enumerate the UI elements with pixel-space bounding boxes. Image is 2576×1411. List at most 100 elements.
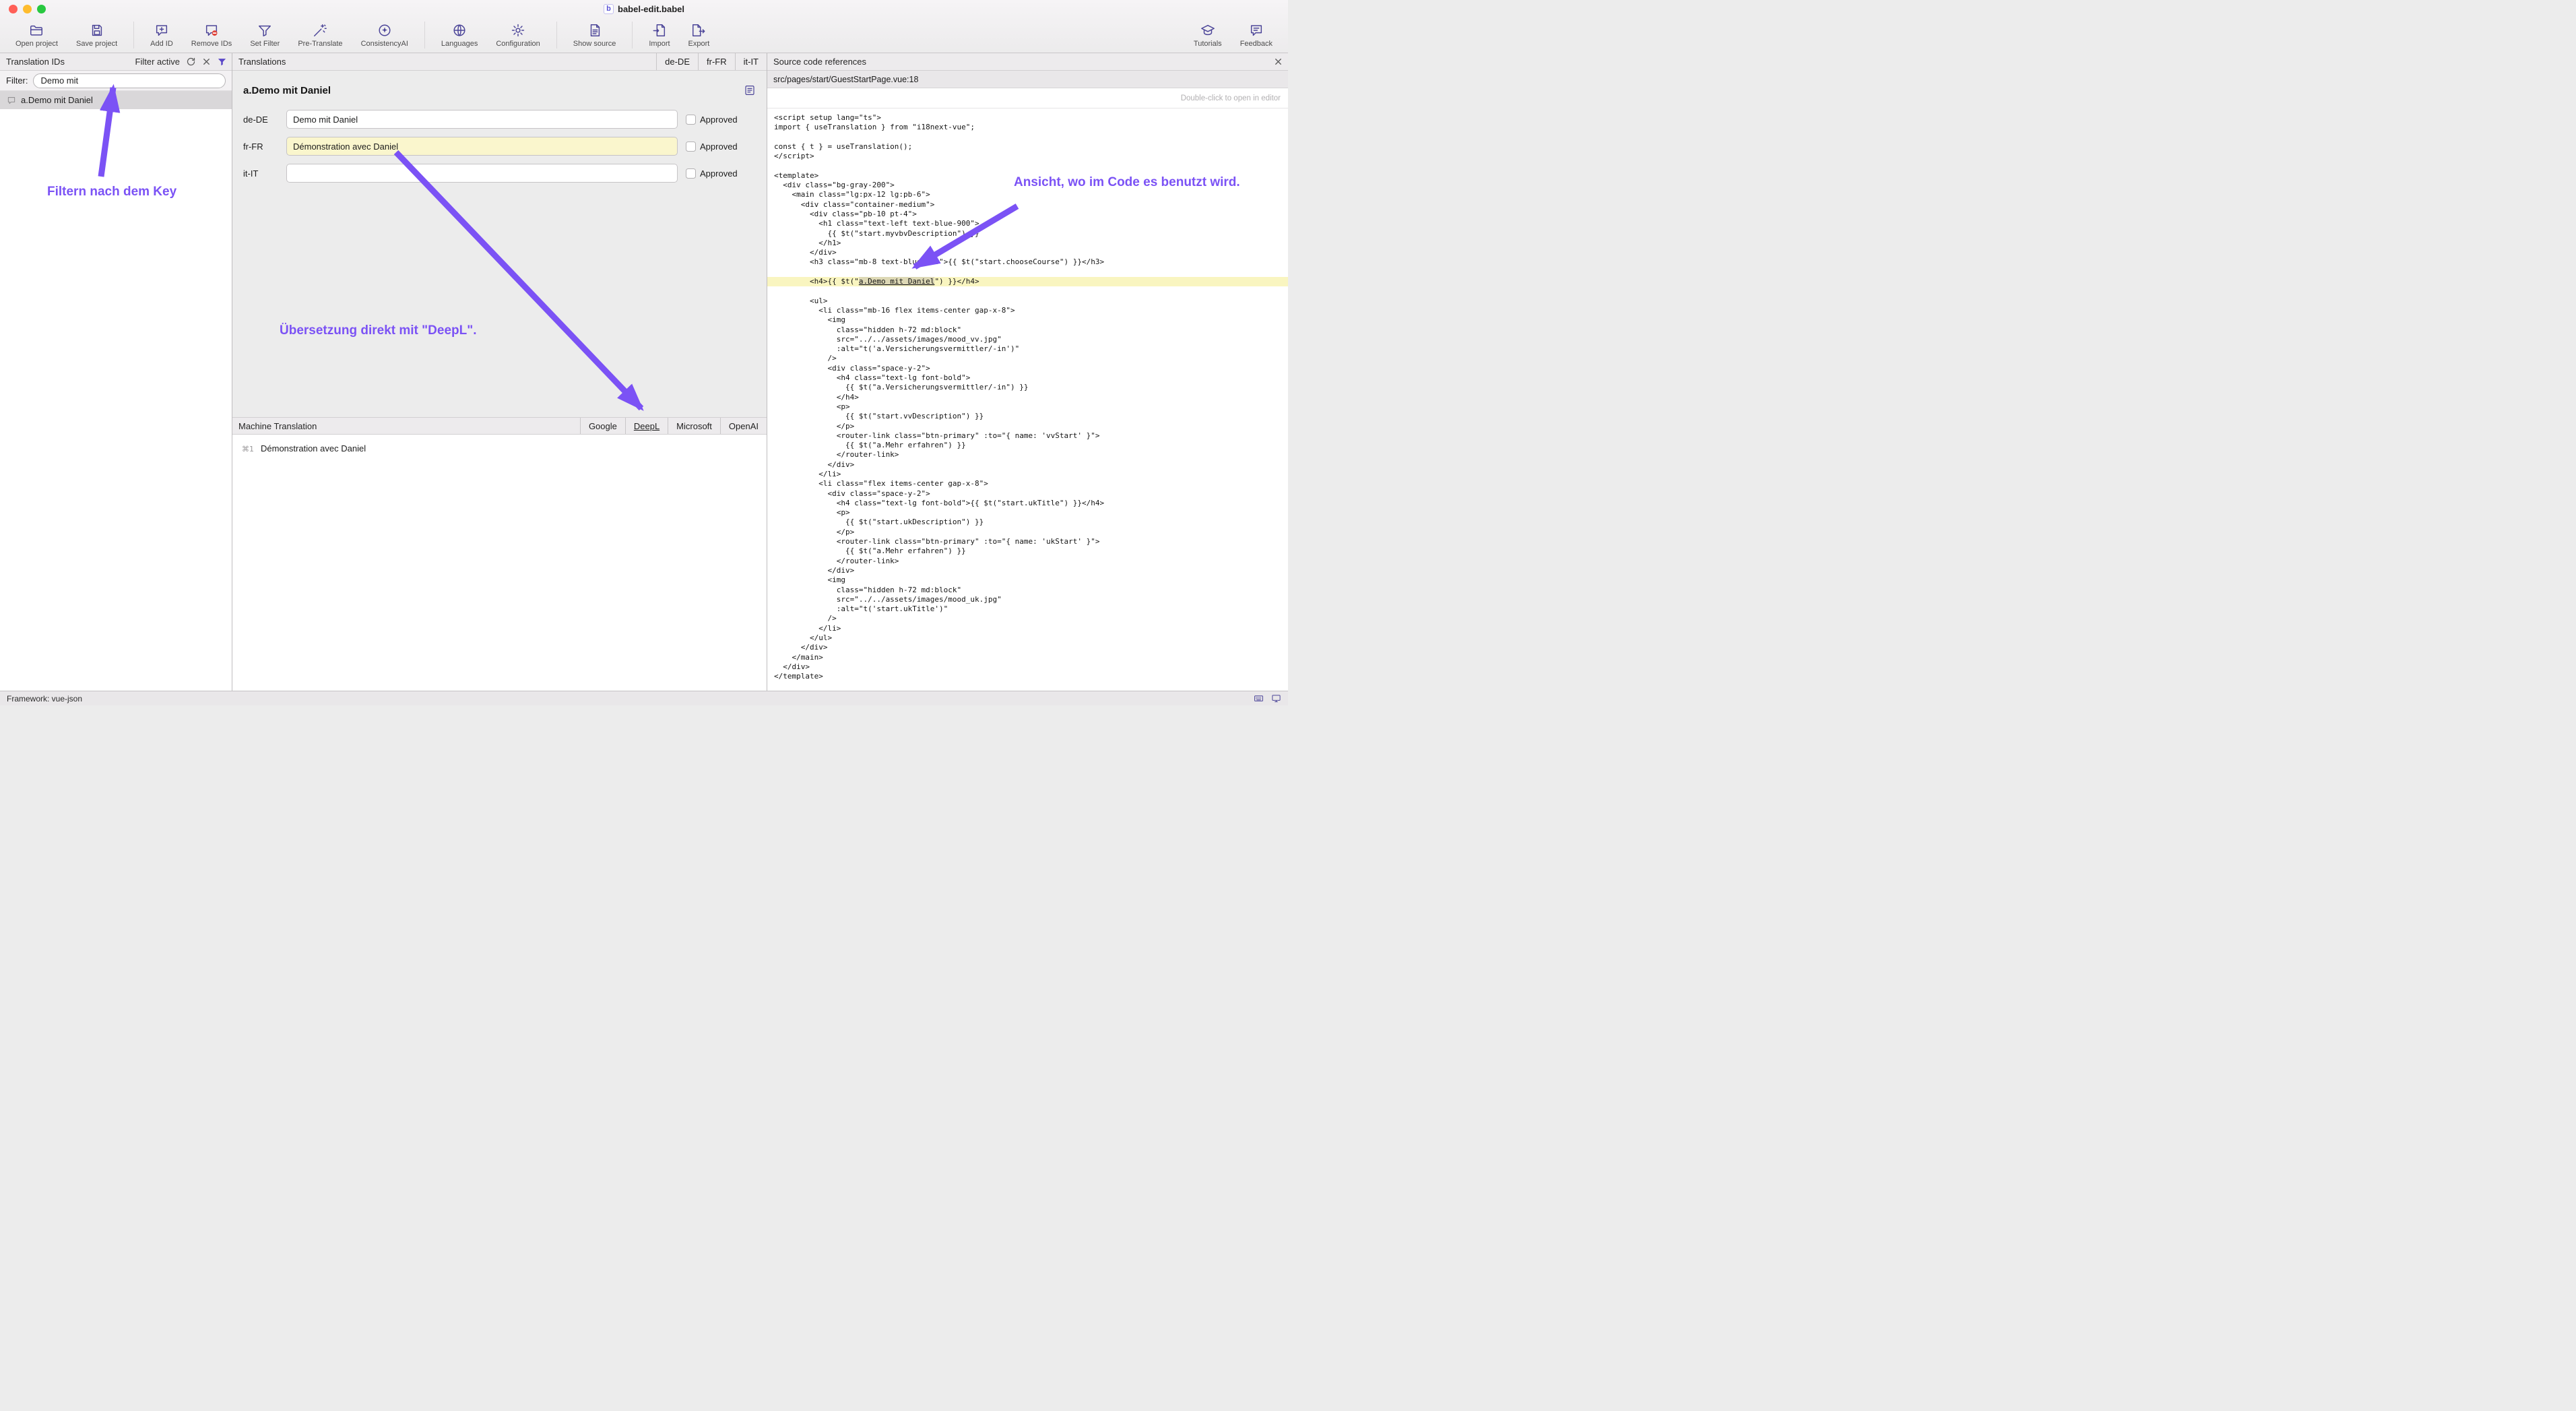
approved-checkbox-de-DE[interactable] xyxy=(686,115,696,125)
highlighted-translation-key[interactable]: a.Demo mit Daniel xyxy=(859,277,935,286)
code-line: :alt="t('start.ukTitle')" xyxy=(767,604,1288,614)
refresh-filter-icon[interactable] xyxy=(185,57,196,67)
toolbar-label: Tutorials xyxy=(1194,40,1222,48)
toolbar-open-project-button[interactable]: Open project xyxy=(11,22,63,49)
code-line xyxy=(767,133,1288,142)
code-line: <main class="lg:px-12 lg:pb-6"> xyxy=(767,190,1288,199)
screen-icon[interactable] xyxy=(1270,693,1281,704)
code-line: :alt="t('a.Versicherungsvermittler/-in')… xyxy=(767,344,1288,354)
toolbar-set-filter-button[interactable]: Set Filter xyxy=(245,22,284,49)
provider-tab-microsoft[interactable]: Microsoft xyxy=(668,418,720,434)
save-icon xyxy=(90,23,104,38)
translation-input-de-DE[interactable] xyxy=(286,110,678,129)
close-window-button[interactable] xyxy=(9,5,18,13)
code-line: {{ $t("start.vvDescription") }} xyxy=(767,412,1288,421)
app-window: b babel-edit.babel Open project Save proj… xyxy=(0,0,1288,706)
language-tab-it-IT[interactable]: it-IT xyxy=(735,53,767,70)
code-line: </router-link> xyxy=(767,450,1288,460)
code-line: {{ $t("a.Versicherungsvermittler/-in") }… xyxy=(767,383,1288,392)
language-tab-fr-FR[interactable]: fr-FR xyxy=(698,53,735,70)
code-line: {{ $t("a.Mehr erfahren") }} xyxy=(767,546,1288,556)
provider-tab-openai[interactable]: OpenAI xyxy=(720,418,767,434)
toolbar-add-id-button[interactable]: Add ID xyxy=(146,22,178,49)
close-panel-icon[interactable] xyxy=(1273,57,1283,67)
language-tab-de-DE[interactable]: de-DE xyxy=(656,53,698,70)
code-line: <p> xyxy=(767,508,1288,518)
bubble-minus-icon xyxy=(204,23,219,38)
sparkle-circle-icon xyxy=(377,23,392,38)
window-chrome: b babel-edit.babel Open project Save proj… xyxy=(0,0,1288,53)
code-line xyxy=(767,286,1288,296)
source-reference-icon[interactable] xyxy=(744,84,756,96)
globe-icon xyxy=(452,23,467,38)
minimize-window-button[interactable] xyxy=(23,5,32,13)
approved-group: Approved xyxy=(686,168,756,179)
code-line: <h3 class="mb-8 text-blue-900">{{ $t("st… xyxy=(767,257,1288,267)
toolbar-consistency-ai-button[interactable]: ConsistencyAI xyxy=(356,22,413,49)
source-file-reference[interactable]: src/pages/start/GuestStartPage.vue:18 xyxy=(767,71,1288,88)
message-bubble-icon xyxy=(6,95,16,105)
toolbar-label: Configuration xyxy=(496,40,540,48)
code-line: <img xyxy=(767,315,1288,325)
approved-label: Approved xyxy=(700,168,738,179)
mt-suggestion[interactable]: ⌘1Démonstration avec Daniel xyxy=(232,435,767,453)
code-line: <h1 class="text-left text-blue-900"> xyxy=(767,219,1288,228)
filter-input[interactable] xyxy=(33,73,226,88)
toolbar-pre-translate-button[interactable]: Pre-Translate xyxy=(293,22,347,49)
code-line: <p> xyxy=(767,402,1288,412)
approved-group: Approved xyxy=(686,142,756,152)
code-line: class="hidden h-72 md:block" xyxy=(767,586,1288,595)
approved-label: Approved xyxy=(700,115,738,125)
translation-input-fr-FR[interactable] xyxy=(286,137,678,156)
toolbar-label: Import xyxy=(649,40,670,48)
code-line: const { t } = useTranslation(); xyxy=(767,142,1288,152)
main-area: Translation IDs Filter active Filter: a.… xyxy=(0,53,1288,691)
traffic-lights xyxy=(9,5,46,13)
toolbar: Open project Save project Add ID Remove IDs… xyxy=(0,18,1288,53)
gear-icon xyxy=(511,23,525,38)
toolbar-tutorials-button[interactable]: Tutorials xyxy=(1189,22,1227,49)
zoom-window-button[interactable] xyxy=(37,5,46,13)
translation-input-it-IT[interactable] xyxy=(286,164,678,183)
approved-checkbox-fr-FR[interactable] xyxy=(686,142,696,152)
toolbar-remove-ids-button[interactable]: Remove IDs xyxy=(187,22,237,49)
toolbar-separator xyxy=(424,22,425,49)
editor-hint: Double-click to open in editor xyxy=(767,88,1288,108)
filter-icon[interactable] xyxy=(216,57,227,67)
machine-translation-header: Machine Translation GoogleDeepLMicrosoft… xyxy=(232,417,767,435)
keyboard-icon[interactable] xyxy=(1253,693,1264,704)
code-line: <router-link class="btn-primary" :to="{ … xyxy=(767,431,1288,441)
toolbar-separator xyxy=(632,22,633,49)
code-line: </h4> xyxy=(767,393,1288,402)
titlebar: b babel-edit.babel xyxy=(0,0,1288,18)
toolbar-export-button[interactable]: Export xyxy=(684,22,715,49)
provider-tab-google[interactable]: Google xyxy=(580,418,625,434)
doc-export-icon xyxy=(691,23,706,38)
toolbar-show-source-button[interactable]: Show source xyxy=(569,22,621,49)
code-line: <div class="bg-gray-200"> xyxy=(767,181,1288,190)
provider-tabs: GoogleDeepLMicrosoftOpenAI xyxy=(580,418,767,434)
approved-label: Approved xyxy=(700,142,738,152)
toolbar-save-project-button[interactable]: Save project xyxy=(71,22,122,49)
code-line: <h4>{{ $t("a.Demo mit Daniel") }}</h4> xyxy=(767,277,1288,286)
code-line: <script setup lang="ts"> xyxy=(767,113,1288,123)
doc-import-icon xyxy=(652,23,667,38)
approved-checkbox-it-IT[interactable] xyxy=(686,168,696,179)
toolbar-feedback-button[interactable]: Feedback xyxy=(1235,22,1277,49)
toolbar-configuration-button[interactable]: Configuration xyxy=(491,22,544,49)
filter-label: Filter: xyxy=(6,75,28,86)
code-line: {{ $t("a.Mehr erfahren") }} xyxy=(767,441,1288,450)
code-line: <div class="pb-10 pt-4"> xyxy=(767,210,1288,219)
clear-filter-icon[interactable] xyxy=(201,57,212,67)
code-line: /> xyxy=(767,354,1288,363)
framework-label: Framework: vue-json xyxy=(7,694,82,703)
toolbar-import-button[interactable]: Import xyxy=(644,22,674,49)
translations-header: Translations de-DEfr-FRit-IT xyxy=(232,53,767,71)
language-label: de-DE xyxy=(243,115,278,125)
code-line: import { useTranslation } from "i18next-… xyxy=(767,123,1288,132)
code-line xyxy=(767,268,1288,277)
code-line: <h4 class="text-lg font-bold"> xyxy=(767,373,1288,383)
toolbar-languages-button[interactable]: Languages xyxy=(437,22,482,49)
translation-id-item[interactable]: a.Demo mit Daniel xyxy=(0,91,232,109)
provider-tab-deepl[interactable]: DeepL xyxy=(625,418,668,434)
